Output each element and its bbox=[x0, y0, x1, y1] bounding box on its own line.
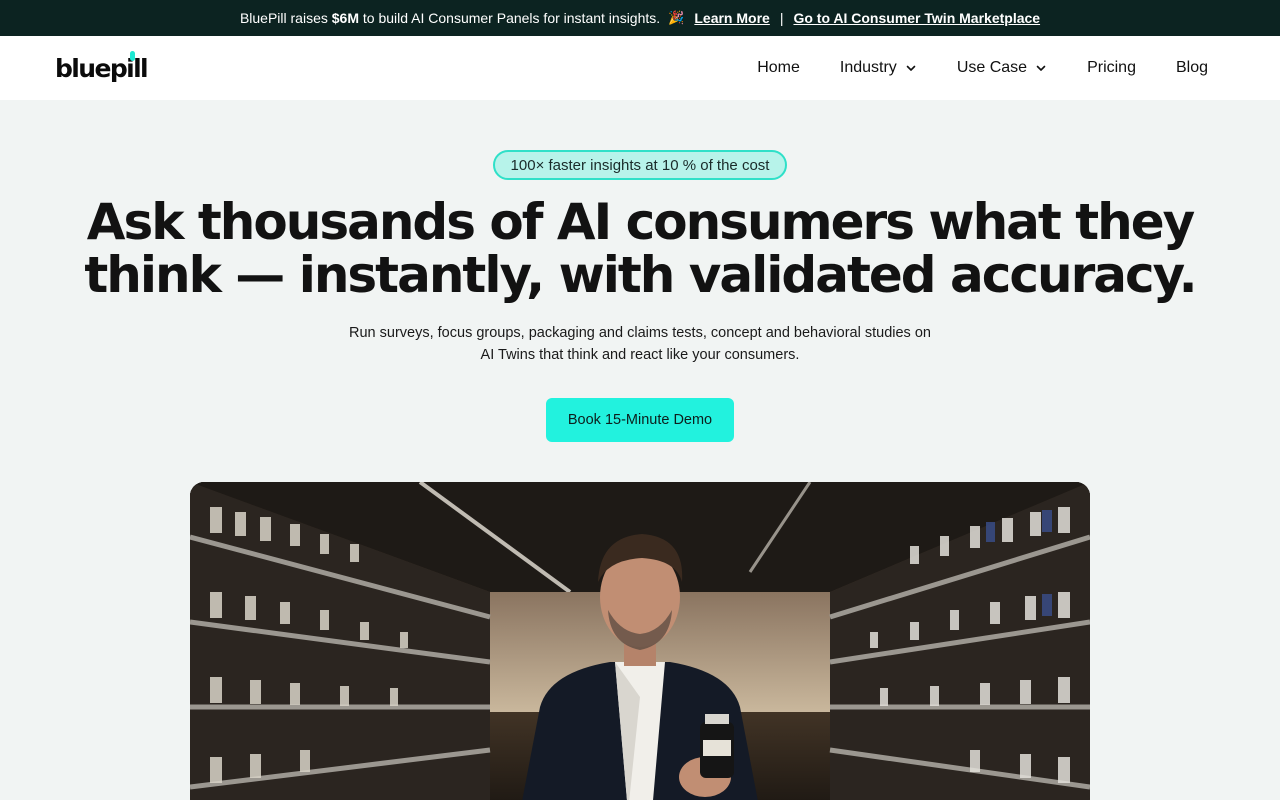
nav-item-label: Use Case bbox=[956, 59, 1028, 76]
nav-item-label: Industry bbox=[839, 59, 897, 76]
hero-subtitle: Run surveys, focus groups, packaging and… bbox=[340, 322, 940, 366]
chevron-down-icon bbox=[1036, 65, 1046, 71]
nav-item-industry[interactable]: Industry bbox=[840, 59, 917, 77]
announcement-amount: $6M bbox=[331, 10, 359, 26]
announcement-suffix: to build AI Consumer Panels for instant … bbox=[359, 10, 661, 26]
nav-item-blog[interactable]: Blog bbox=[1176, 59, 1208, 77]
hero-image bbox=[190, 482, 1090, 800]
nav-menu: Home Industry Use Case Pricing Blog bbox=[757, 36, 1208, 100]
value-badge: 100× faster insights at 10 % of the cost bbox=[493, 150, 787, 180]
subtitle-line-2: AI Twins that think and react like your … bbox=[480, 347, 800, 363]
nav-item-home[interactable]: Home bbox=[757, 59, 800, 77]
chevron-down-icon bbox=[906, 65, 916, 71]
subtitle-line-1: Run surveys, focus groups, packaging and… bbox=[349, 325, 931, 341]
announcement-prefix: BluePill raises bbox=[239, 10, 332, 26]
main-nav: bluepill Home Industry Use Case Pricing … bbox=[0, 36, 1280, 100]
announcement-bar: BluePill raises $6M to build AI Consumer… bbox=[0, 0, 1280, 36]
logo[interactable]: bluepill bbox=[55, 50, 149, 88]
party-popper-icon: 🎉 bbox=[668, 10, 685, 25]
nav-item-use-case[interactable]: Use Case bbox=[957, 59, 1047, 77]
nav-item-pricing[interactable]: Pricing bbox=[1087, 59, 1136, 77]
nav-item-label: Blog bbox=[1175, 59, 1208, 76]
headline-line-1: Ask thousands of AI consumers what they bbox=[86, 193, 1195, 251]
marketplace-link[interactable]: Go to AI Consumer Twin Marketplace bbox=[793, 10, 1040, 26]
learn-more-link[interactable]: Learn More bbox=[694, 10, 769, 26]
nav-item-label: Home bbox=[757, 59, 800, 76]
headline-line-2: think — instantly, with validated accura… bbox=[84, 246, 1197, 304]
nav-item-label: Pricing bbox=[1087, 59, 1136, 76]
book-demo-button[interactable]: Book 15-Minute Demo bbox=[546, 398, 734, 442]
store-aisle-illustration bbox=[190, 482, 1090, 800]
announcement-separator: | bbox=[779, 10, 784, 26]
hero-headline: Ask thousands of AI consumers what they … bbox=[0, 196, 1280, 302]
logo-pill-accent bbox=[130, 51, 135, 61]
